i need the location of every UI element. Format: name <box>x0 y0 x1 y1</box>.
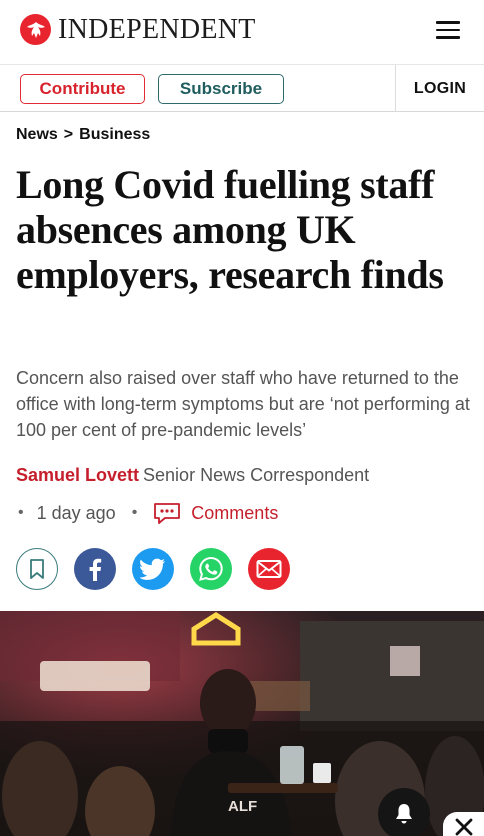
subscribe-button[interactable]: Subscribe <box>158 74 284 104</box>
facebook-share-button[interactable] <box>74 548 116 590</box>
breadcrumb: News > Business <box>16 126 150 144</box>
author-role: Senior News Correspondent <box>143 465 370 485</box>
whatsapp-icon <box>199 556 223 581</box>
article-meta: • 1 day ago • Comments <box>16 500 278 526</box>
site-header: INDEPENDENT <box>0 0 484 64</box>
login-area[interactable]: LOGIN <box>395 65 484 112</box>
site-logo[interactable]: INDEPENDENT <box>20 14 256 45</box>
bullet-icon: • <box>18 504 24 521</box>
action-bar: Contribute Subscribe LOGIN <box>0 64 484 112</box>
breadcrumb-separator: > <box>63 126 74 143</box>
bell-icon <box>396 804 412 824</box>
logo-wordmark: INDEPENDENT <box>58 14 256 45</box>
twitter-icon <box>140 558 165 580</box>
eagle-icon <box>20 14 51 45</box>
close-ad-button[interactable] <box>443 812 484 836</box>
hamburger-menu-icon[interactable] <box>436 21 460 39</box>
article-headline: Long Covid fuelling staff absences among… <box>16 162 444 297</box>
article-standfirst: Concern also raised over staff who have … <box>16 368 470 440</box>
bullet-icon: • <box>131 504 138 521</box>
comments-label: Comments <box>191 502 279 523</box>
byline: Samuel Lovett Senior News Correspondent <box>16 464 369 486</box>
whatsapp-share-button[interactable] <box>190 548 232 590</box>
share-bar <box>16 548 306 590</box>
breadcrumb-business[interactable]: Business <box>79 126 150 143</box>
facebook-icon <box>89 558 102 581</box>
close-icon <box>455 818 472 836</box>
bookmark-button[interactable] <box>16 548 58 590</box>
login-link[interactable]: LOGIN <box>414 80 466 98</box>
email-share-button[interactable] <box>248 548 290 590</box>
email-icon <box>256 560 282 578</box>
notifications-button[interactable] <box>378 788 430 836</box>
comments-icon <box>154 503 181 524</box>
contribute-button[interactable]: Contribute <box>20 74 145 104</box>
twitter-share-button[interactable] <box>132 548 174 590</box>
svg-text:ALF: ALF <box>228 798 257 815</box>
bookmark-icon <box>30 559 44 579</box>
breadcrumb-news[interactable]: News <box>16 126 58 143</box>
comments-link[interactable]: Comments <box>153 502 278 524</box>
author-link[interactable]: Samuel Lovett <box>16 465 139 485</box>
published-time: 1 day ago <box>36 502 116 523</box>
